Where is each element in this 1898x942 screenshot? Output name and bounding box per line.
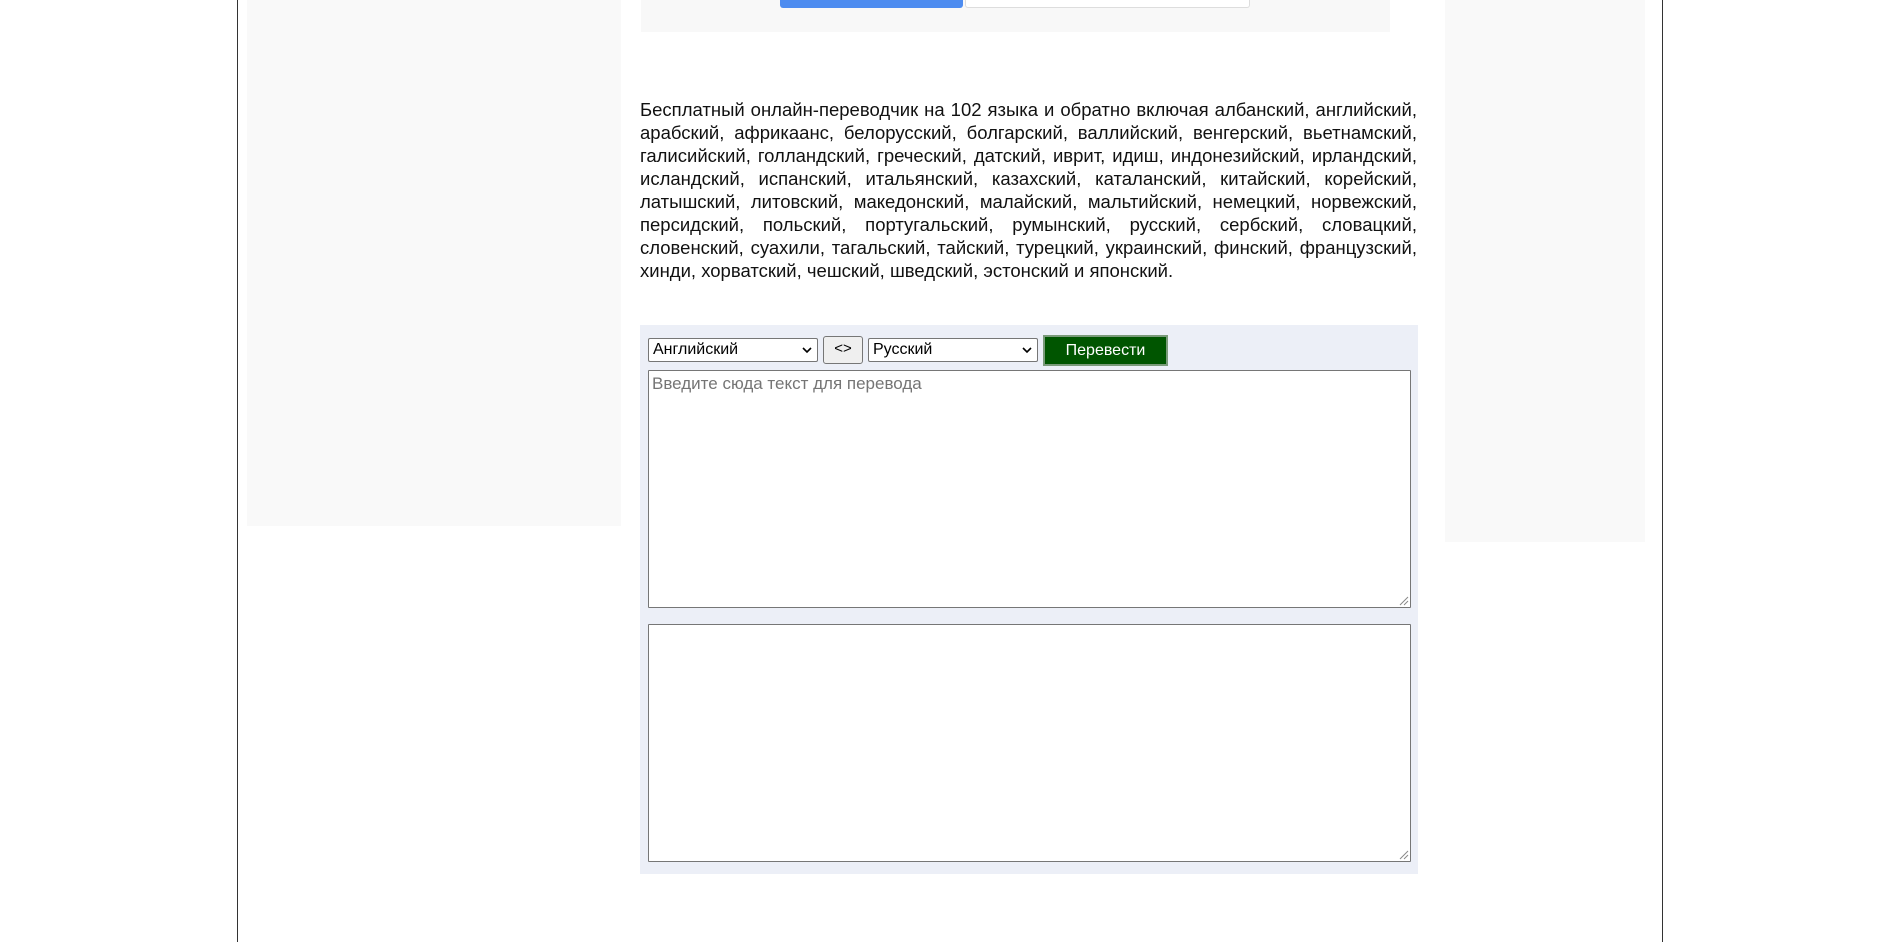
- chevron-down-icon: [802, 347, 812, 354]
- translation-output[interactable]: [648, 624, 1411, 862]
- source-text-input[interactable]: Введите сюда текст для перевода: [648, 370, 1411, 608]
- resize-grip-icon[interactable]: [1397, 594, 1409, 606]
- right-ad-column: [1445, 0, 1645, 542]
- top-secondary-button[interactable]: [965, 0, 1250, 8]
- resize-grip-icon[interactable]: [1397, 848, 1409, 860]
- source-language-value: Английский: [653, 341, 739, 358]
- target-language-value: Русский: [873, 341, 933, 358]
- source-language-select[interactable]: Английский: [648, 338, 818, 362]
- translator-controls: Английский <> Русский Перевести: [648, 335, 1408, 366]
- translate-button[interactable]: Перевести: [1043, 335, 1168, 366]
- left-ad-column: [247, 0, 621, 526]
- chevron-down-icon: [1022, 347, 1032, 354]
- description-text: Бесплатный онлайн-переводчик на 102 язык…: [640, 99, 1417, 281]
- target-language-select[interactable]: Русский: [868, 338, 1038, 362]
- translator-panel: Английский <> Русский Перевести Введите …: [640, 325, 1418, 874]
- swap-languages-button[interactable]: <>: [823, 336, 863, 364]
- source-text-placeholder: Введите сюда текст для перевода: [652, 374, 922, 393]
- top-primary-button[interactable]: [780, 0, 963, 8]
